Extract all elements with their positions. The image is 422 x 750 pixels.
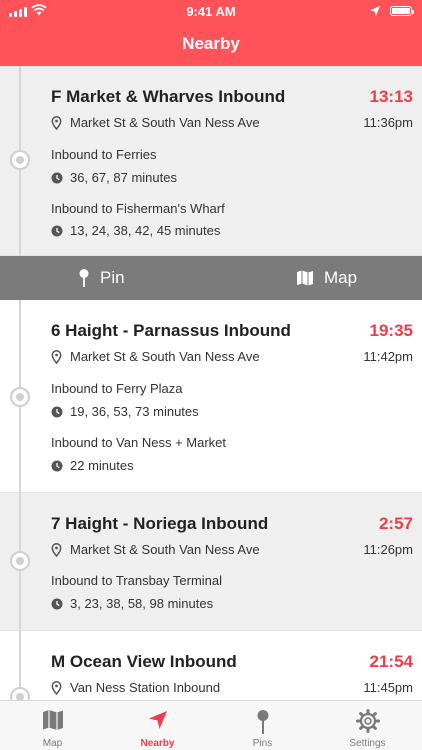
tab-map[interactable]: Map (0, 701, 105, 750)
destination-label: Inbound to Fisherman's Wharf (51, 201, 225, 216)
clock-icon (51, 598, 63, 609)
pin-button-label: Pin (100, 268, 125, 287)
tab-bar: Map Nearby Pins Settings (0, 700, 422, 750)
minutes-text: 13, 24, 38, 42, 45 minutes (70, 223, 221, 238)
destination-label: Inbound to Transbay Terminal (51, 573, 223, 588)
route-action-bar: Pin Map (0, 256, 422, 300)
location-arrow-icon (370, 6, 380, 16)
stop-name: Van Ness Station Inbound (70, 680, 221, 695)
location-pin-icon (51, 115, 62, 130)
clock-icon (51, 406, 63, 417)
map-button-label: Map (324, 268, 358, 287)
route-name: 6 Haight - Parnassus Inbound (51, 321, 291, 340)
map-icon (42, 710, 63, 730)
stop-row: Market St & South Van Ness Ave (51, 115, 260, 130)
arrival-minutes: 36, 67, 87 minutes (51, 170, 177, 185)
tab-label: Nearby (140, 738, 175, 749)
destination-label: Inbound to Ferry Plaza (51, 381, 183, 396)
status-bar: 9:41 AM (0, 0, 422, 22)
gear-icon (355, 709, 380, 733)
arrival-minutes: 13, 24, 38, 42, 45 minutes (51, 223, 220, 238)
route-card[interactable]: 7 Haight - Noriega Inbound 2:57 Market S… (0, 493, 422, 631)
route-name: 7 Haight - Noriega Inbound (51, 514, 269, 533)
arrival-clock-time: 11:36pm (363, 115, 413, 130)
stop-name: Market St & South Van Ness Ave (70, 349, 260, 364)
arrival-clock-time: 11:26pm (363, 542, 413, 557)
route-countdown: 13:13 (369, 87, 413, 106)
battery-icon (390, 6, 414, 16)
arrival-minutes: 22 minutes (51, 458, 134, 473)
arrival-minutes: 3, 23, 38, 58, 98 minutes (51, 596, 213, 611)
minutes-text: 19, 36, 53, 73 minutes (70, 404, 199, 419)
route-countdown: 2:57 (378, 514, 413, 533)
clock-icon (51, 172, 63, 183)
clock-icon (51, 460, 63, 471)
route-card[interactable]: F Market & Wharves Inbound 13:13 Market … (0, 66, 422, 256)
location-pin-icon (51, 542, 62, 557)
location-pin-icon (51, 680, 62, 695)
route-name: M Ocean View Inbound (51, 652, 237, 671)
map-icon (297, 270, 313, 286)
tab-label: Pins (252, 738, 273, 749)
timeline-dot (10, 387, 30, 407)
destination-label: Inbound to Van Ness + Market (51, 435, 226, 450)
tab-nearby[interactable]: Nearby (105, 701, 210, 750)
stop-name: Market St & South Van Ness Ave (70, 542, 260, 557)
tab-pins[interactable]: Pins (210, 701, 315, 750)
map-button[interactable]: Map (296, 256, 357, 300)
pin-icon (79, 269, 89, 287)
timeline-dot (10, 150, 30, 170)
arrival-minutes: 19, 36, 53, 73 minutes (51, 404, 199, 419)
timeline-dot (10, 687, 30, 700)
page-title: Nearby (182, 34, 240, 53)
pin-icon (257, 710, 268, 734)
tab-label: Map (42, 738, 63, 749)
route-countdown: 19:35 (369, 321, 413, 340)
minutes-text: 36, 67, 87 minutes (70, 170, 177, 185)
clock-icon (51, 225, 63, 236)
timeline-dot (10, 551, 30, 571)
location-pin-icon (51, 349, 62, 364)
minutes-text: 3, 23, 38, 58, 98 minutes (70, 596, 214, 611)
stop-row: Market St & South Van Ness Ave (51, 349, 260, 364)
status-time: 9:41 AM (186, 4, 236, 19)
route-card[interactable]: 6 Haight - Parnassus Inbound 19:35 Marke… (0, 300, 422, 493)
arrival-clock-time: 11:45pm (363, 680, 413, 695)
stop-name: Market St & South Van Ness Ave (70, 115, 260, 130)
pin-button[interactable]: Pin (78, 256, 125, 300)
stop-row: Market St & South Van Ness Ave (51, 542, 260, 557)
nearby-route-list[interactable]: F Market & Wharves Inbound 13:13 Market … (0, 66, 422, 700)
route-name: F Market & Wharves Inbound (51, 87, 286, 106)
tab-label: Settings (349, 738, 386, 749)
destination-label: Inbound to Ferries (51, 147, 157, 162)
route-card[interactable]: M Ocean View Inbound 21:54 Van Ness Stat… (0, 631, 422, 700)
nav-header: 9:41 AM Nearby (0, 0, 422, 66)
tab-settings[interactable]: Settings (315, 701, 420, 750)
navigation-arrow-icon (148, 711, 167, 729)
route-countdown: 21:54 (369, 652, 413, 671)
arrival-clock-time: 11:42pm (363, 349, 413, 364)
stop-row: Van Ness Station Inbound (51, 680, 220, 695)
minutes-text: 22 minutes (70, 458, 134, 473)
